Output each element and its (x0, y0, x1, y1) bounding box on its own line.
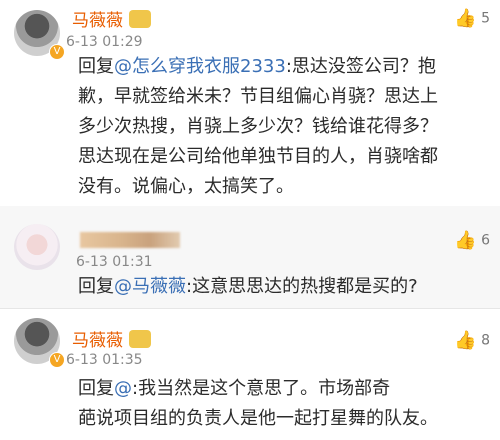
comment-text: 回复@怎么穿我衣服2333:思达没签公司？抱 歉，早就签给米未？节目组偏心肖骁？… (78, 52, 490, 202)
member-badge-icon (129, 330, 151, 348)
comment-body: :我当然是这个意思了。市场部奇 葩说项目组的负责人是他一起打星舞的队友。 (78, 378, 438, 429)
thumb-up-icon: 👍 (454, 8, 477, 29)
verified-badge-icon: V (49, 352, 65, 368)
thumb-up-icon: 👍 (454, 330, 477, 351)
comment-author[interactable]: 马薇薇 (72, 326, 151, 351)
comment-time: 6-13 01:35 (66, 352, 143, 368)
like-button[interactable]: 👍 6 (454, 230, 490, 251)
comment-time: 6-13 01:29 (66, 34, 143, 50)
reply-prefix: 回复 (78, 56, 114, 77)
like-count: 5 (481, 10, 490, 27)
like-count: 8 (481, 332, 490, 349)
comment-text: 回复@马薇薇:这意思思达的热搜都是买的? (78, 272, 490, 302)
like-button[interactable]: 👍 5 (454, 8, 490, 29)
like-button[interactable]: 👍 8 (454, 330, 490, 351)
blurred-author-name (80, 232, 180, 248)
avatar[interactable] (14, 224, 60, 270)
comment-text: 回复@:我当然是这个意思了。市场部奇 葩说项目组的负责人是他一起打星舞的队友。 (78, 374, 490, 434)
comment-time: 6-13 01:31 (76, 254, 153, 270)
comment-item: 6-13 01:31 👍 6 回复@马薇薇:这意思思达的热搜都是买的? (0, 206, 500, 308)
comment-author[interactable]: 马薇薇 (72, 6, 151, 31)
member-badge-icon (129, 10, 151, 28)
thumb-up-icon: 👍 (454, 230, 477, 251)
comment-body: :这意思思达的热搜都是买的? (186, 276, 418, 297)
like-count: 6 (481, 232, 490, 249)
verified-badge-icon: V (49, 44, 65, 60)
comment-item: V 马薇薇 6-13 01:35 👍 8 回复@:我当然是这个意思了。市场部奇 … (0, 308, 500, 440)
reply-prefix: 回复 (78, 276, 114, 297)
mention-link[interactable]: @ (114, 378, 132, 399)
author-name[interactable]: 马薇薇 (72, 11, 123, 31)
comment-item: V 马薇薇 6-13 01:29 👍 5 回复@怎么穿我衣服2333:思达没签公… (0, 0, 500, 206)
mention-link[interactable]: @怎么穿我衣服2333 (114, 56, 286, 77)
comment-body: :思达没签公司？抱 歉，早就签给米未？节目组偏心肖骁？思达上 多少次热搜，肖骁上… (78, 56, 438, 197)
mention-link[interactable]: @马薇薇 (114, 276, 186, 297)
author-name[interactable]: 马薇薇 (72, 331, 123, 351)
reply-prefix: 回复 (78, 378, 114, 399)
